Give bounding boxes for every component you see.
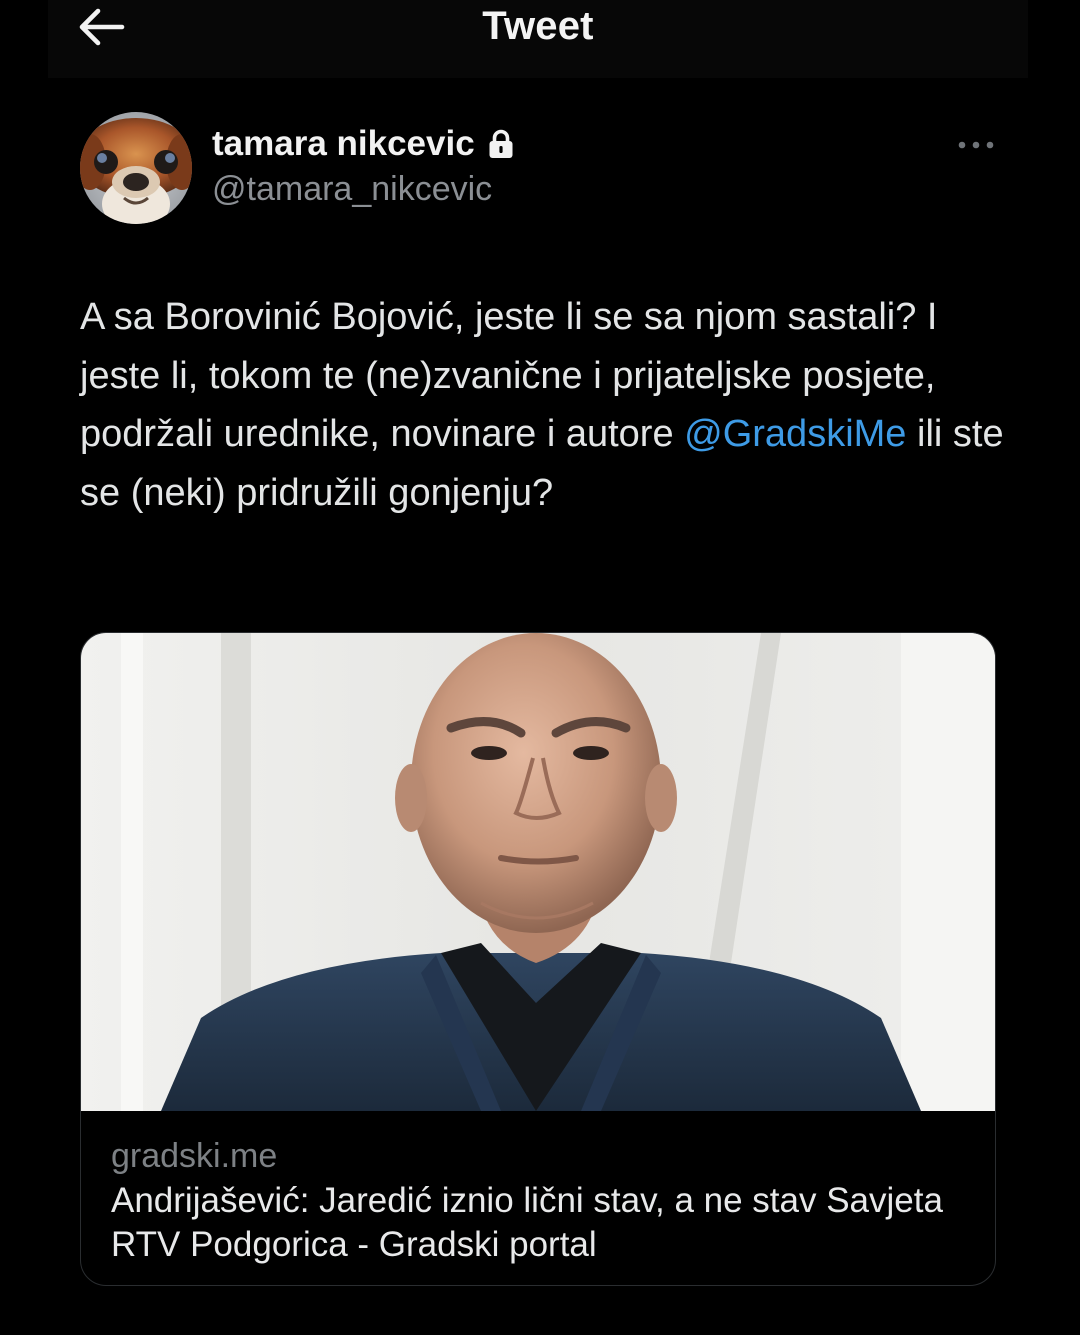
card-domain: gradski.me <box>111 1137 278 1175</box>
author-handle[interactable]: @tamara_nikcevic <box>212 170 492 209</box>
card-title: Andrijašević: Jaredić iznio lični stav, … <box>111 1181 943 1264</box>
card-meta: gradski.me Andrijašević: Jaredić iznio l… <box>111 1133 971 1267</box>
tweet-text: A sa Borovinić Bojović, jeste li se sa n… <box>80 288 1010 522</box>
avatar-photo <box>80 112 192 224</box>
page-title: Tweet <box>482 4 594 48</box>
author-name[interactable]: tamara nikcevic <box>212 124 475 164</box>
top-bar: Tweet <box>48 0 1028 78</box>
author-name-row: tamara nikcevic <box>212 124 515 164</box>
lock-icon <box>489 129 513 158</box>
mention-link[interactable]: @GradskiMe <box>684 413 906 455</box>
more-options-button[interactable] <box>950 128 1002 162</box>
avatar[interactable] <box>80 112 192 224</box>
article-photo <box>81 633 995 1111</box>
more-dots-icon <box>958 141 994 149</box>
link-preview-card[interactable]: gradski.me Andrijašević: Jaredić iznio l… <box>80 632 996 1286</box>
